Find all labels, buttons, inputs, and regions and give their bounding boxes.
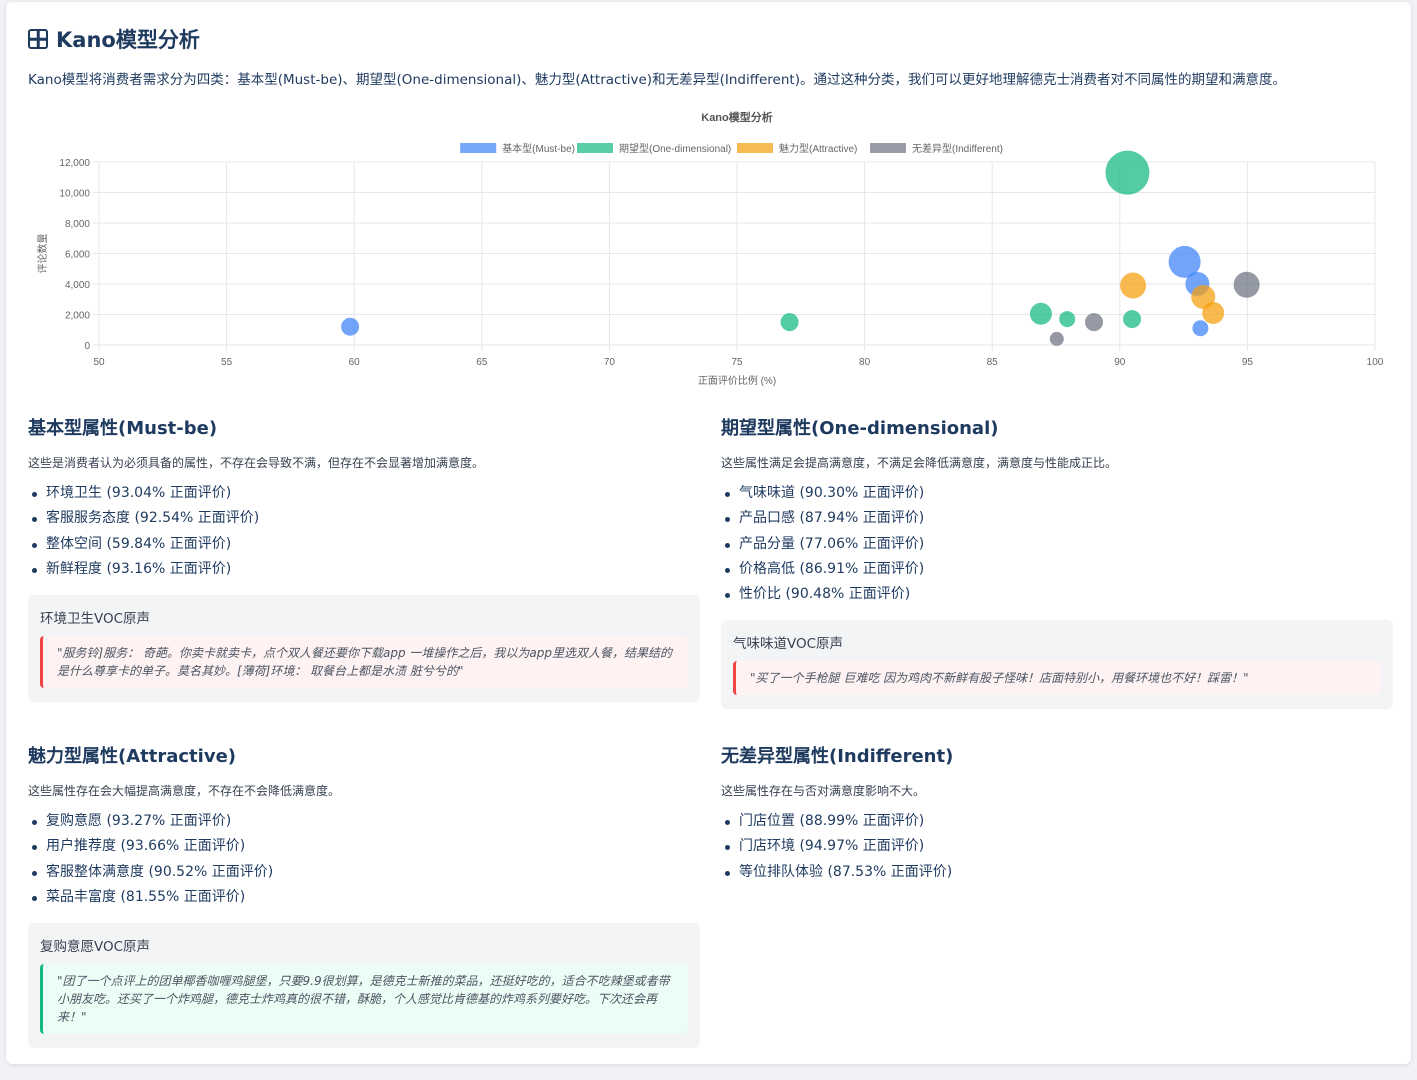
attribute-list: 气味味道 (90.30% 正面评价) 产品口感 (87.94% 正面评价) 产品… — [721, 481, 1393, 607]
bubble-point — [1192, 320, 1209, 337]
bubble-point — [1233, 271, 1260, 298]
x-axis-title: 正面评价比例 (%) — [698, 374, 776, 387]
bubble-point — [780, 313, 799, 332]
voc-quote: "服务铃]服务： 奇葩。你卖卡就卖卡，点个双人餐还要你下载app 一堆操作之后，… — [40, 636, 688, 689]
list-item: 产品口感 (87.94% 正面评价) — [721, 506, 1393, 531]
list-item: 性价比 (90.48% 正面评价) — [721, 582, 1393, 607]
voc-quote: "团了一个点评上的团单椰香咖喱鸡腿堡，只要9.9很划算，是德克士新推的菜品，还挺… — [40, 964, 688, 1035]
x-tick-label: 80 — [859, 357, 871, 368]
section-title: 基本型属性(Must-be) — [28, 418, 218, 439]
x-tick-label: 55 — [221, 357, 233, 368]
kano-card: Kano模型分析 Kano模型将消费者需求分为四类：基本型(Must-be)、期… — [6, 2, 1411, 1064]
list-item: 用户推荐度 (93.66% 正面评价) — [28, 834, 700, 859]
page-title: Kano模型分析 — [56, 28, 200, 52]
list-item: 客服服务态度 (92.54% 正面评价) — [28, 506, 700, 531]
x-tick-label: 50 — [93, 357, 105, 368]
section-desc: 这些属性存在会大幅提高满意度，不存在不会降低满意度。 — [28, 784, 341, 798]
list-item: 新鲜程度 (93.16% 正面评价) — [28, 557, 700, 582]
voc-box: 环境卫生VOC原声 "服务铃]服务： 奇葩。你卖卡就卖卡，点个双人餐还要你下载a… — [28, 595, 700, 703]
bubble-point — [1168, 245, 1201, 278]
list-item: 整体空间 (59.84% 正面评价) — [28, 532, 700, 557]
list-item: 客服整体满意度 (90.52% 正面评价) — [28, 860, 700, 885]
legend-swatch — [460, 143, 497, 153]
section-indifferent: 无差异型属性(Indifferent) 这些属性存在与否对满意度影响不大。 门店… — [721, 742, 1393, 885]
legend-label: 期望型(One-dimensional) — [619, 142, 731, 155]
section-title: 期望型属性(One-dimensional) — [721, 418, 999, 439]
section-attractive: 魅力型属性(Attractive) 这些属性存在会大幅提高满意度，不存在不会降低… — [28, 742, 700, 1049]
legend-swatch — [870, 143, 906, 153]
y-tick-label: 0 — [84, 341, 90, 352]
bubble-point — [1120, 272, 1147, 299]
list-item: 门店位置 (88.99% 正面评价) — [721, 809, 1393, 834]
bubble-point — [1202, 301, 1225, 324]
y-axis-title: 评论数量 — [36, 234, 49, 274]
x-tick-label: 65 — [476, 357, 488, 368]
y-tick-label: 8,000 — [65, 219, 90, 230]
x-tick-label: 75 — [731, 357, 743, 368]
legend-label: 无差异型(Indifferent) — [912, 142, 1003, 155]
y-tick-label: 2,000 — [65, 311, 90, 322]
attribute-list: 环境卫生 (93.04% 正面评价) 客服服务态度 (92.54% 正面评价) … — [28, 481, 700, 582]
x-tick-label: 90 — [1114, 357, 1126, 368]
x-tick-label: 95 — [1242, 357, 1254, 368]
legend-label: 基本型(Must-be) — [502, 142, 575, 155]
voc-title: 气味味道VOC原声 — [733, 636, 844, 653]
list-item: 气味味道 (90.30% 正面评价) — [721, 481, 1393, 506]
title-row: Kano模型分析 — [28, 24, 200, 54]
y-tick-label: 4,000 — [65, 280, 90, 291]
list-item: 菜品丰富度 (81.55% 正面评价) — [28, 885, 700, 910]
section-desc: 这些属性满足会提高满意度，不满足会降低满意度，满意度与性能成正比。 — [721, 456, 1118, 470]
kano-bubble-chart: Kano模型分析基本型(Must-be) 期望型(One-dimensional)… — [36, 110, 1384, 387]
bubble-point — [1059, 311, 1076, 328]
x-tick-label: 100 — [1367, 357, 1384, 368]
bubble-point — [1105, 150, 1150, 195]
section-must-be: 基本型属性(Must-be) 这些是消费者认为必须具备的属性，不存在会导致不满，… — [28, 414, 700, 703]
list-item: 门店环境 (94.97% 正面评价) — [721, 834, 1393, 859]
legend-label: 魅力型(Attractive) — [779, 142, 857, 155]
voc-box: 复购意愿VOC原声 "团了一个点评上的团单椰香咖喱鸡腿堡，只要9.9很划算，是德… — [28, 923, 700, 1049]
voc-title: 复购意愿VOC原声 — [40, 939, 151, 956]
table-grid-icon — [28, 29, 48, 49]
voc-box: 气味味道VOC原声 "买了一个手枪腿 巨难吃 因为鸡肉不新鲜有股子怪味！店面特别… — [721, 620, 1393, 710]
x-tick-label: 70 — [604, 357, 616, 368]
bubble-point — [1049, 331, 1064, 346]
list-item: 等位排队体验 (87.53% 正面评价) — [721, 860, 1393, 885]
legend-swatch — [737, 143, 773, 153]
y-tick-label: 6,000 — [65, 250, 90, 261]
y-tick-label: 12,000 — [59, 158, 90, 169]
bubble-point — [341, 317, 360, 336]
voc-quote: "买了一个手枪腿 巨难吃 因为鸡肉不新鲜有股子怪味！店面特别小，用餐环境也不好！… — [733, 661, 1381, 696]
x-tick-label: 60 — [349, 357, 361, 368]
attribute-list: 复购意愿 (93.27% 正面评价) 用户推荐度 (93.66% 正面评价) 客… — [28, 809, 700, 910]
list-item: 价格高低 (86.91% 正面评价) — [721, 557, 1393, 582]
list-item: 环境卫生 (93.04% 正面评价) — [28, 481, 700, 506]
list-item: 产品分量 (77.06% 正面评价) — [721, 532, 1393, 557]
section-desc: 这些是消费者认为必须具备的属性，不存在会导致不满，但存在不会显著增加满意度。 — [28, 456, 485, 470]
chart-title: Kano模型分析 — [701, 110, 773, 124]
section-desc: 这些属性存在与否对满意度影响不大。 — [721, 784, 926, 798]
intro-text: Kano模型将消费者需求分为四类：基本型(Must-be)、期望型(One-di… — [28, 72, 1286, 88]
section-one-dimensional: 期望型属性(One-dimensional) 这些属性满足会提高满意度，不满足会… — [721, 414, 1393, 710]
attribute-list: 门店位置 (88.99% 正面评价) 门店环境 (94.97% 正面评价) 等位… — [721, 809, 1393, 885]
y-tick-label: 10,000 — [59, 189, 90, 200]
bubble-point — [1029, 302, 1052, 325]
bubble-point — [1123, 310, 1142, 329]
section-title: 魅力型属性(Attractive) — [28, 746, 237, 767]
voc-title: 环境卫生VOC原声 — [40, 611, 151, 628]
legend-swatch — [577, 143, 613, 153]
x-tick-label: 85 — [987, 357, 999, 368]
section-title: 无差异型属性(Indifferent) — [721, 746, 954, 767]
bubble-point — [1085, 313, 1104, 332]
list-item: 复购意愿 (93.27% 正面评价) — [28, 809, 700, 834]
